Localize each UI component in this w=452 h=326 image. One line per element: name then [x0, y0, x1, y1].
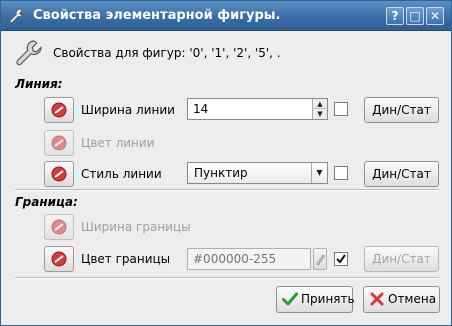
line-style-checkbox[interactable]	[334, 166, 348, 180]
chevron-down-icon[interactable]: ▼	[311, 163, 327, 183]
close-button[interactable]: ✕	[426, 7, 444, 25]
border-width-reset-button[interactable]	[44, 214, 74, 240]
line-style-value: Пунктир	[194, 166, 248, 180]
section-border-heading: Граница:	[15, 195, 78, 209]
divider	[15, 189, 439, 191]
ok-button[interactable]: Принять	[276, 286, 355, 313]
section-line-heading: Линия:	[15, 77, 63, 91]
reset-icon	[51, 166, 67, 182]
line-style-dyn-button[interactable]: Дин/Стат	[364, 161, 439, 187]
maximize-button[interactable]: □	[406, 7, 424, 25]
divider	[15, 277, 439, 279]
color-picker-button[interactable]	[313, 248, 327, 270]
line-width-spinbox[interactable]: ▲ ▼	[187, 98, 328, 120]
reset-icon	[51, 102, 67, 118]
line-width-dyn-button[interactable]: Дин/Стат	[364, 97, 439, 123]
wrench-icon	[16, 40, 42, 66]
border-color-input[interactable]	[188, 249, 310, 269]
check-icon	[282, 292, 298, 306]
line-style-label: Стиль линии	[81, 167, 162, 181]
border-color-field[interactable]	[187, 248, 311, 270]
title-bar[interactable]: Свойства элементарной фигуры. ? □ ✕	[1, 1, 451, 31]
properties-dialog: Свойства элементарной фигуры. ? □ ✕ Свой…	[0, 0, 452, 326]
window-title: Свойства элементарной фигуры.	[33, 8, 281, 23]
border-color-dyn-button[interactable]: Дин/Стат	[364, 246, 439, 272]
info-row: Свойства для фигур: '0', '1', '2', '5', …	[15, 39, 435, 67]
checkmark-icon	[336, 254, 346, 264]
cancel-button[interactable]: Отмена	[363, 286, 440, 313]
line-width-reset-button[interactable]	[44, 97, 74, 123]
line-width-label: Ширина линии	[81, 103, 175, 117]
info-text: Свойства для фигур: '0', '1', '2', '5', …	[53, 46, 281, 60]
reset-icon	[51, 135, 67, 151]
wrench-icon	[9, 8, 25, 24]
line-width-checkbox[interactable]	[334, 102, 348, 116]
help-button[interactable]: ?	[386, 7, 404, 25]
line-color-label: Цвет линии	[81, 136, 155, 150]
border-width-label: Ширина границы	[81, 220, 191, 234]
cancel-x-icon	[370, 292, 384, 306]
line-width-input[interactable]	[188, 99, 312, 119]
border-color-label: Цвет границы	[81, 252, 171, 266]
reset-icon	[51, 251, 67, 267]
spin-arrows[interactable]: ▲ ▼	[312, 99, 327, 119]
line-style-select[interactable]: Пунктир ▼	[187, 162, 328, 184]
reset-icon	[51, 219, 67, 235]
pencil-icon	[316, 254, 325, 266]
spin-up-icon[interactable]: ▲	[313, 99, 327, 109]
ok-button-label: Принять	[301, 292, 355, 306]
line-color-reset-button[interactable]	[44, 130, 74, 156]
spin-down-icon[interactable]: ▼	[313, 109, 327, 119]
border-color-reset-button[interactable]	[44, 246, 74, 272]
border-color-checkbox[interactable]	[334, 252, 348, 266]
cancel-button-label: Отмена	[388, 292, 437, 306]
line-style-reset-button[interactable]	[44, 161, 74, 187]
